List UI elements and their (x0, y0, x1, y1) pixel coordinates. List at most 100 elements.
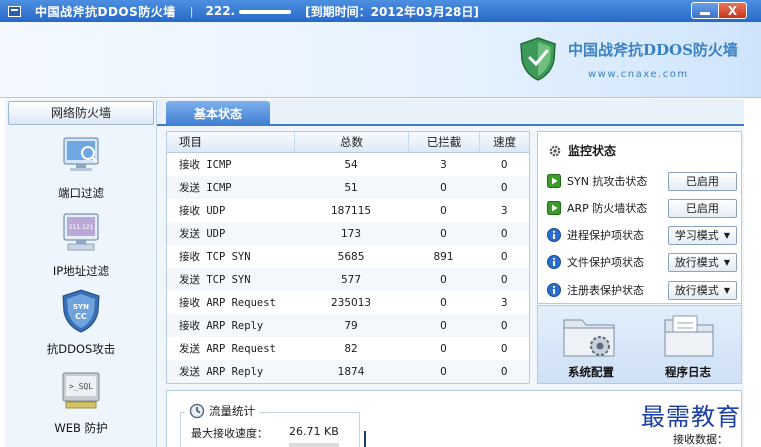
cell-total: 5685 (337, 250, 365, 263)
recv-data-label: 接收数据： (673, 433, 728, 446)
sidebar-item-anti-ddos[interactable]: SYN CC 抗DDOS攻击 (5, 288, 157, 357)
cell-item: 发送 ARP Request (179, 343, 276, 355)
monitor-label: SYN 抗攻击状态 (567, 175, 648, 188)
truncated-row (289, 443, 339, 447)
cell-blocked: 0 (440, 342, 447, 355)
title-bar: 中国战斧抗DDOS防火墙 | 222. [到期时间：2012年03月28日] X (0, 0, 761, 22)
svg-text:211.121: 211.121 (69, 224, 94, 231)
minimize-icon (700, 12, 710, 15)
clock-icon (189, 403, 205, 419)
registry-mode-dropdown[interactable]: 放行模式 ▼ (667, 280, 737, 300)
max-recv-value: 26.71 KB (289, 425, 339, 438)
cell-total: 187115 (330, 204, 372, 217)
cell-total: 79 (344, 319, 358, 332)
arp-status-button[interactable]: 已启用 (667, 198, 737, 218)
cell-total: 235013 (330, 296, 372, 309)
tab-basic-status[interactable]: 基本状态 (166, 101, 270, 127)
file-mode-dropdown[interactable]: 放行模式 ▼ (667, 252, 737, 272)
sidebar: 网络防火墙 端口过滤 211.121 IP地址过滤 SYN CC 抗DDOS攻击… (5, 99, 157, 447)
cell-item: 接收 UDP (179, 205, 226, 217)
svg-text:SYN: SYN (73, 303, 89, 311)
cell-blocked: 0 (440, 296, 447, 309)
table-row[interactable]: 接收 ARP Request 235013 0 3 (167, 291, 529, 314)
sidebar-item-label: IP地址过滤 (52, 264, 110, 278)
table-row[interactable]: 接收 ICMP 54 3 0 (167, 153, 529, 176)
col-header-speed[interactable]: 速度 (479, 132, 529, 152)
expiry-date: [到期时间：2012年03月28日] (305, 4, 479, 19)
traffic-graph-axis (364, 431, 366, 447)
cell-item: 接收 ARP Request (179, 297, 276, 309)
col-header-item[interactable]: 项目 (167, 132, 294, 152)
sidebar-item-web-protect[interactable]: >_SQL WEB 防护 (5, 367, 157, 436)
cell-total: 577 (341, 273, 362, 286)
monitor-status-panel: 监控状态 SYN 抗攻击状态 已启用 ARP 防火墙状态 已启用 进程保护项状态… (537, 131, 742, 304)
sidebar-item-label: WEB 防护 (54, 421, 108, 435)
table-row[interactable]: 发送 UDP 173 0 0 (167, 222, 529, 245)
table-row[interactable]: 发送 TCP SYN 577 0 0 (167, 268, 529, 291)
title-separator: | (189, 4, 194, 18)
cell-speed: 3 (500, 204, 508, 217)
cell-total: 173 (341, 227, 362, 240)
cell-item: 发送 UDP (179, 228, 226, 240)
cell-item: 发送 ARP Reply (179, 366, 264, 378)
cell-speed: 0 (500, 365, 508, 378)
close-button[interactable]: X (719, 2, 747, 19)
caret-down-icon: ▼ (723, 285, 730, 295)
cell-speed: 0 (500, 250, 508, 263)
play-icon (547, 174, 561, 188)
dropdown-value: 放行模式 (674, 284, 719, 297)
monitor-row-syn: SYN 抗攻击状态 已启用 (547, 171, 737, 191)
svg-text:CC: CC (75, 312, 87, 321)
cell-total: 1874 (337, 365, 365, 378)
monitor-label: 文件保护项状态 (567, 256, 644, 269)
sidebar-item-ip-filter[interactable]: 211.121 IP地址过滤 (5, 210, 157, 279)
syn-status-button[interactable]: 已启用 (667, 171, 737, 191)
cell-blocked: 0 (440, 204, 447, 217)
monitor-search-icon (63, 137, 99, 171)
stats-table-header: 项目 总数 已拦截 速度 (167, 132, 529, 153)
gear-icon (549, 145, 561, 156)
cell-blocked: 0 (440, 273, 447, 286)
folder-gear-icon (563, 319, 615, 357)
monitor-row-registry: 注册表保护状态 放行模式 ▼ (547, 280, 737, 300)
table-row[interactable]: 接收 UDP 187115 0 3 (167, 199, 529, 222)
max-recv-label: 最大接收速度： (191, 427, 268, 440)
info-icon (547, 228, 561, 242)
col-header-blocked[interactable]: 已拦截 (407, 132, 480, 152)
table-row[interactable]: 接收 TCP SYN 5685 891 0 (167, 245, 529, 268)
info-icon (547, 283, 561, 297)
monitor-label: 进程保护项状态 (567, 229, 644, 242)
info-icon (547, 255, 561, 269)
cell-item: 接收 ARP Reply (179, 320, 264, 332)
server-ip: 222. (206, 4, 296, 18)
table-row[interactable]: 发送 ICMP 51 0 0 (167, 176, 529, 199)
cell-speed: 0 (500, 227, 508, 240)
col-header-total[interactable]: 总数 (294, 132, 407, 152)
sql-terminal-icon: >_SQL (62, 372, 100, 409)
minimize-button[interactable] (691, 2, 719, 19)
sidebar-title[interactable]: 网络防火墙 (8, 101, 154, 125)
cell-total: 82 (344, 342, 358, 355)
table-row[interactable]: 发送 ARP Reply 1874 0 0 (167, 360, 529, 383)
masked-ip-segment (239, 9, 292, 14)
app-menu-icon[interactable] (8, 5, 21, 17)
cell-total: 54 (344, 158, 358, 171)
cell-blocked: 0 (440, 365, 447, 378)
table-row[interactable]: 接收 ARP Reply 79 0 0 (167, 314, 529, 337)
system-config-label: 系统配置 (568, 365, 614, 379)
window-title: 中国战斧抗DDOS防火墙 (35, 4, 176, 19)
monitor-label: ARP 防火墙状态 (567, 202, 648, 215)
process-mode-dropdown[interactable]: 学习模式 ▼ (667, 225, 737, 245)
system-config-button[interactable]: 系统配置 (546, 310, 636, 380)
brand-name: 中国战斧抗DDOS防火墙 (568, 41, 738, 59)
sidebar-item-port-filter[interactable]: 端口过滤 (5, 132, 157, 201)
cell-item: 接收 ICMP (179, 159, 232, 171)
ip-filter-icon: 211.121 (63, 213, 99, 251)
program-log-button[interactable]: 程序日志 (643, 310, 733, 380)
traffic-title: 流量统计 (185, 403, 259, 419)
cell-speed: 0 (500, 342, 508, 355)
table-row[interactable]: 发送 ARP Request 82 0 0 (167, 337, 529, 360)
header-banner: 中国战斧抗DDOS防火墙 www.cnaxe.com (0, 22, 761, 98)
cell-speed: 0 (500, 158, 508, 171)
cell-blocked: 0 (440, 319, 447, 332)
